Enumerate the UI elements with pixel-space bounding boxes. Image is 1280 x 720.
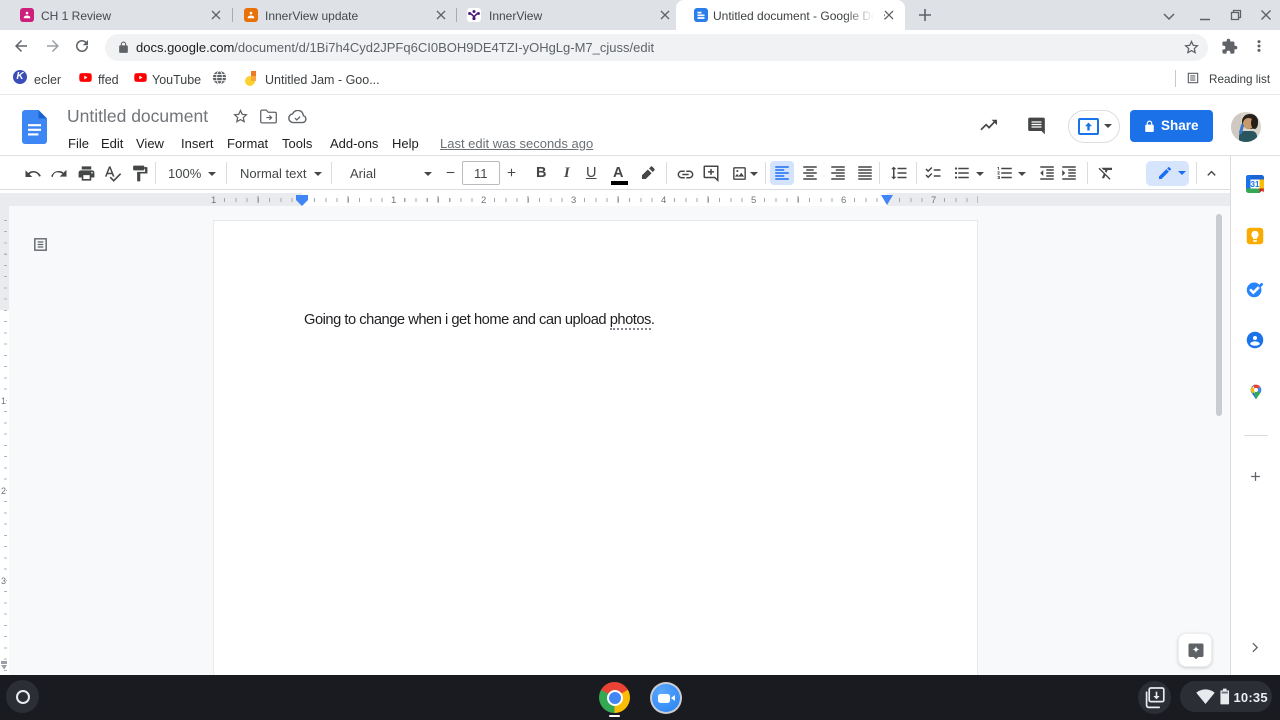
svg-text:31: 31	[1251, 180, 1260, 189]
